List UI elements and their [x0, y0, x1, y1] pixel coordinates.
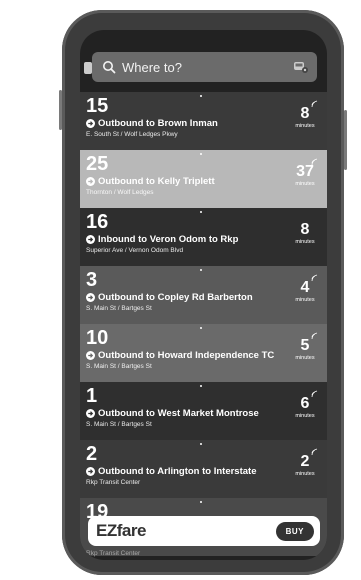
eta-badge: 2 minutes — [291, 448, 319, 477]
eta-unit: minutes — [295, 123, 315, 129]
route-destination-label: Outbound to Arlington to Interstate — [98, 466, 257, 477]
eta-minutes: 5 — [300, 337, 310, 354]
realtime-signal-icon — [311, 448, 318, 456]
eta-minutes: 8 — [300, 221, 310, 238]
realtime-signal-icon — [311, 390, 318, 398]
route-number: 10 — [86, 327, 109, 349]
eta-unit: minutes — [295, 239, 315, 245]
page-indicator-dot — [200, 211, 202, 213]
eta-minutes: 8 — [300, 105, 310, 122]
app-screen: Where to? 15 Outbound to Brown Inman E. So… — [80, 30, 327, 560]
eta-badge: 5 minutes — [291, 332, 319, 361]
eta-unit: minutes — [295, 413, 315, 419]
phone-power-button — [344, 110, 347, 170]
route-destination-label: Outbound to Kelly Triplett — [98, 176, 215, 187]
eta-unit: minutes — [295, 355, 315, 361]
route-destination: Inbound to Veron Odom to Rkp — [86, 234, 321, 245]
hidden-stop-text: Rkp Transit Center — [86, 550, 141, 557]
route-row[interactable]: 15 Outbound to Brown Inman E. South St / W… — [80, 92, 327, 150]
eta-minutes: 6 — [300, 395, 310, 412]
route-stop: S. Main St / Bartges St — [86, 363, 152, 370]
search-icon — [103, 61, 116, 74]
page-indicator-dot — [200, 269, 202, 271]
route-destination: Outbound to Arlington to Interstate — [86, 466, 321, 477]
route-destination-label: Outbound to Brown Inman — [98, 118, 218, 129]
eta-unit: minutes — [295, 297, 315, 303]
route-number: 15 — [86, 95, 109, 117]
route-stop: Thornton / Wolf Ledges — [86, 189, 154, 196]
route-destination: Outbound to West Market Montrose — [86, 408, 321, 419]
eta-badge: 37 minutes — [291, 158, 319, 187]
eta-minutes: 2 — [300, 453, 310, 470]
eta-badge: 8 minutes — [291, 100, 319, 129]
route-stop: S. Main St / Bartges St — [86, 421, 152, 428]
realtime-signal-icon — [311, 100, 318, 108]
buy-button[interactable]: BUY — [275, 521, 314, 541]
eta-minutes: 37 — [296, 163, 314, 180]
search-input[interactable]: Where to? — [122, 60, 182, 75]
direction-arrow-icon — [86, 409, 95, 418]
route-row[interactable]: 10 Outbound to Howard Independence TC S. M… — [80, 324, 327, 382]
card-peek-icon — [84, 62, 92, 74]
search-bar[interactable]: Where to? — [92, 52, 317, 82]
page-indicator-dot — [200, 95, 202, 97]
eta-badge: 6 minutes — [291, 390, 319, 419]
route-destination: Outbound to Howard Independence TC — [86, 350, 321, 361]
route-row[interactable]: 3 Outbound to Copley Rd Barberton S. Main … — [80, 266, 327, 324]
route-destination-label: Inbound to Veron Odom to Rkp — [98, 234, 239, 245]
page-indicator-dot — [200, 153, 202, 155]
bus-location-icon[interactable] — [293, 60, 309, 74]
route-list: 15 Outbound to Brown Inman E. South St / W… — [80, 92, 327, 556]
buy-bar: EZfare BUY — [88, 516, 320, 546]
page-indicator-dot — [200, 443, 202, 445]
route-stop: Rkp Transit Center — [86, 479, 141, 486]
route-row[interactable]: 25 Outbound to Kelly Triplett Thornton / W… — [80, 150, 327, 208]
direction-arrow-icon — [86, 351, 95, 360]
route-destination-label: Outbound to Copley Rd Barberton — [98, 292, 253, 303]
route-destination: Outbound to Copley Rd Barberton — [86, 292, 321, 303]
route-destination-label: Outbound to West Market Montrose — [98, 408, 259, 419]
direction-arrow-icon — [86, 235, 95, 244]
direction-arrow-icon — [86, 177, 95, 186]
page-indicator-dot — [200, 385, 202, 387]
route-number: 16 — [86, 211, 109, 233]
eta-badge: 4 minutes — [291, 274, 319, 303]
eta-minutes: 4 — [300, 279, 310, 296]
route-number: 3 — [86, 269, 98, 291]
route-number: 25 — [86, 153, 109, 175]
route-row[interactable]: 2 Outbound to Arlington to Interstate Rkp … — [80, 440, 327, 498]
route-number: 1 — [86, 385, 98, 407]
page-indicator-dot — [200, 501, 202, 503]
realtime-signal-icon — [311, 158, 318, 166]
ezfare-logo-text: EZfare — [96, 521, 146, 540]
ezfare-logo: EZfare — [96, 521, 146, 541]
eta-badge: 8 minutes — [291, 221, 319, 246]
route-destination: Outbound to Brown Inman — [86, 118, 321, 129]
direction-arrow-icon — [86, 119, 95, 128]
route-stop: Superior Ave / Vernon Odom Blvd — [86, 247, 184, 254]
route-row[interactable]: 16 Inbound to Veron Odom to Rkp Superior A… — [80, 208, 327, 266]
route-row[interactable]: 1 Outbound to West Market Montrose S. Main… — [80, 382, 327, 440]
eta-unit: minutes — [295, 471, 315, 477]
direction-arrow-icon — [86, 467, 95, 476]
route-stop: E. South St / Wolf Ledges Pkwy — [86, 131, 178, 138]
route-number: 2 — [86, 443, 98, 465]
direction-arrow-icon — [86, 293, 95, 302]
route-destination: Outbound to Kelly Triplett — [86, 176, 321, 187]
realtime-signal-icon — [311, 274, 318, 282]
eta-unit: minutes — [295, 181, 315, 187]
route-stop: S. Main St / Bartges St — [86, 305, 152, 312]
page-indicator-dot — [200, 327, 202, 329]
realtime-signal-icon — [311, 332, 318, 340]
route-destination-label: Outbound to Howard Independence TC — [98, 350, 275, 361]
